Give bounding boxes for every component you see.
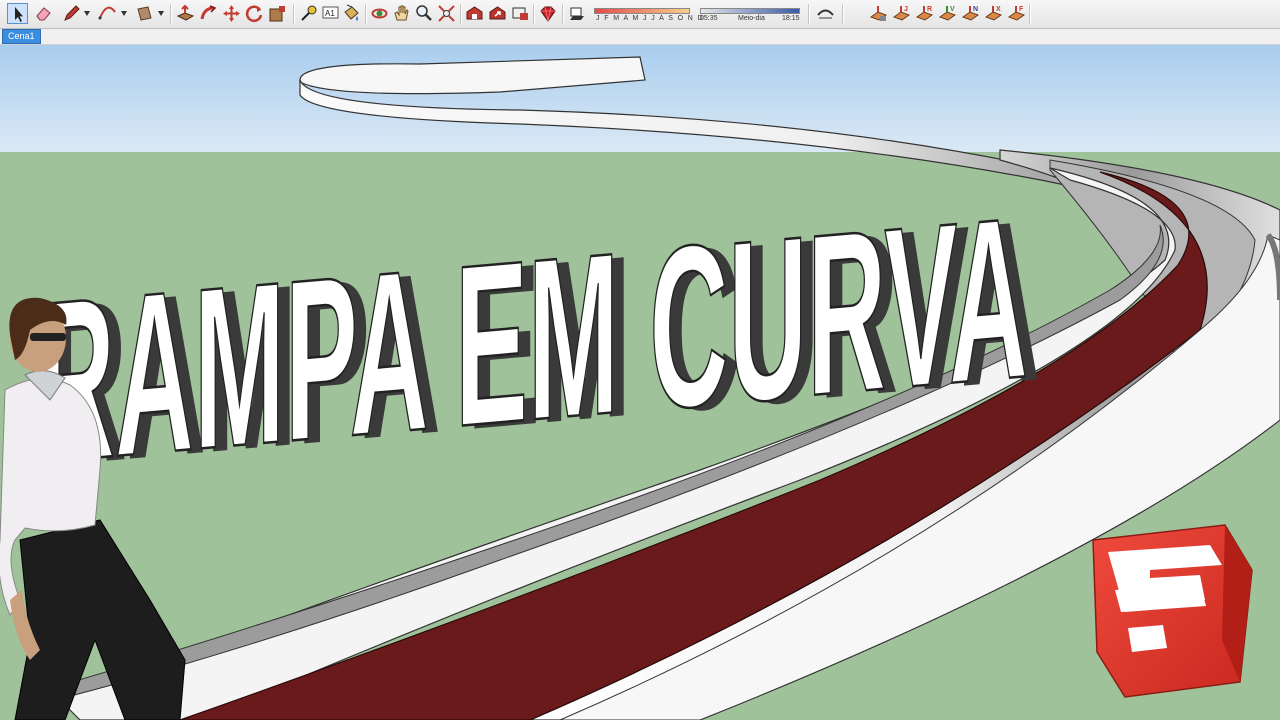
move-icon: [223, 5, 240, 22]
svg-text:F: F: [1019, 6, 1024, 13]
extension-warehouse-icon: [512, 7, 528, 20]
svg-text:R: R: [927, 6, 932, 13]
shadows-toggle-button[interactable]: [567, 3, 588, 24]
ruby-tool-button[interactable]: [537, 3, 558, 24]
pencil-tool-button[interactable]: [61, 3, 82, 24]
svg-text:V: V: [950, 6, 955, 13]
rotate-icon: [245, 5, 263, 22]
zoom-extents-tool-button[interactable]: [436, 3, 457, 24]
eraser-tool-button[interactable]: [33, 3, 54, 24]
warehouse-icon: [466, 6, 483, 20]
sandbox-flip-edge-icon: F: [1007, 6, 1026, 21]
shadow-time-track: [700, 8, 800, 14]
tape-measure-tool-button[interactable]: [298, 3, 319, 24]
svg-text:J: J: [904, 6, 908, 13]
smooth-edges-tool-button[interactable]: [815, 3, 836, 24]
pencil-icon: [64, 5, 80, 21]
sandbox-add-detail-button[interactable]: X: [983, 3, 1004, 24]
shadow-time-start: 05:35: [700, 15, 718, 22]
share-model-icon: [489, 6, 506, 20]
follow-me-icon: [200, 5, 217, 20]
shadow-time-mid: Meio-dia: [738, 15, 765, 22]
extension-warehouse-tool-button[interactable]: [510, 3, 531, 24]
scene-tab-cena1[interactable]: Cena1: [2, 29, 41, 44]
text-tool-button[interactable]: A1: [320, 3, 341, 24]
push-pull-icon: [176, 4, 195, 21]
orbit-icon: [371, 8, 388, 19]
zoom-icon: [416, 5, 432, 21]
sandbox-drape-button[interactable]: N: [960, 3, 981, 24]
sandbox-add-detail-icon: X: [984, 6, 1003, 21]
smooth-icon: [817, 9, 834, 19]
follow-me-tool-button[interactable]: [198, 3, 219, 24]
arc-tool-button[interactable]: [97, 3, 118, 24]
sandbox-flip-edge-button[interactable]: F: [1006, 3, 1027, 24]
text-icon: A1: [322, 6, 339, 19]
rectangle-tool-button[interactable]: [134, 3, 155, 24]
svg-text:A1: A1: [325, 9, 335, 18]
select-tool-button[interactable]: [7, 3, 28, 24]
shadows-icon: [570, 7, 584, 20]
scene-tab-bar: Cena1: [0, 29, 1280, 45]
sandbox-stamp-icon: V: [938, 6, 957, 21]
move-tool-button[interactable]: [221, 3, 242, 24]
shadow-time-slider[interactable]: 05:35 Meio-dia 18:15: [700, 3, 800, 25]
shadow-date-track: [594, 8, 690, 14]
ruby-icon: [540, 6, 556, 22]
sandbox-smoove-icon: R: [915, 6, 934, 21]
sandbox-scratch-icon: J: [892, 6, 911, 21]
sandbox-from-contours-button[interactable]: [868, 3, 889, 24]
chevron-down-icon[interactable]: [121, 11, 127, 16]
warehouse-tool-button[interactable]: [464, 3, 485, 24]
shadow-time-end: 18:15: [782, 15, 800, 22]
sketchup-logo-icon: [1092, 524, 1253, 698]
zoom-extents-icon: [438, 5, 455, 22]
sandbox-stamp-button[interactable]: V: [937, 3, 958, 24]
pan-hand-icon: [394, 5, 409, 21]
scale-icon: [269, 6, 285, 22]
rectangle-icon: [137, 6, 152, 21]
scale-tool-button[interactable]: [267, 3, 288, 24]
rotate-tool-button[interactable]: [244, 3, 265, 24]
tape-measure-icon: [301, 5, 317, 21]
sandbox-from-scratch-button[interactable]: J: [891, 3, 912, 24]
push-pull-tool-button[interactable]: [175, 3, 196, 24]
svg-text:X: X: [996, 6, 1001, 13]
zoom-tool-button[interactable]: [413, 3, 434, 24]
paint-bucket-icon: [344, 4, 359, 21]
arrow-icon: [15, 7, 23, 22]
orbit-tool-button[interactable]: [369, 3, 390, 24]
model-viewport[interactable]: RAMPA EM CURVA RAMPA EM CURVA: [0, 45, 1280, 720]
shadow-month-labels: J F M A M J J A S O N D: [596, 15, 705, 22]
chevron-down-icon[interactable]: [158, 11, 164, 16]
pan-tool-button[interactable]: [391, 3, 412, 24]
sandbox-drape-icon: N: [961, 6, 980, 21]
paint-bucket-tool-button[interactable]: [341, 3, 362, 24]
sandbox-smoove-button[interactable]: R: [914, 3, 935, 24]
eraser-icon: [36, 7, 51, 21]
chevron-down-icon[interactable]: [84, 11, 90, 16]
sandbox-contours-icon: [869, 6, 888, 21]
arc-icon: [98, 6, 116, 20]
main-toolbar: A1 J F M A M J J A S O N D 05:35 Meio-di…: [0, 0, 1280, 29]
shadow-date-slider[interactable]: J F M A M J J A S O N D: [594, 3, 703, 25]
svg-text:N: N: [973, 6, 978, 13]
share-model-tool-button[interactable]: [487, 3, 508, 24]
